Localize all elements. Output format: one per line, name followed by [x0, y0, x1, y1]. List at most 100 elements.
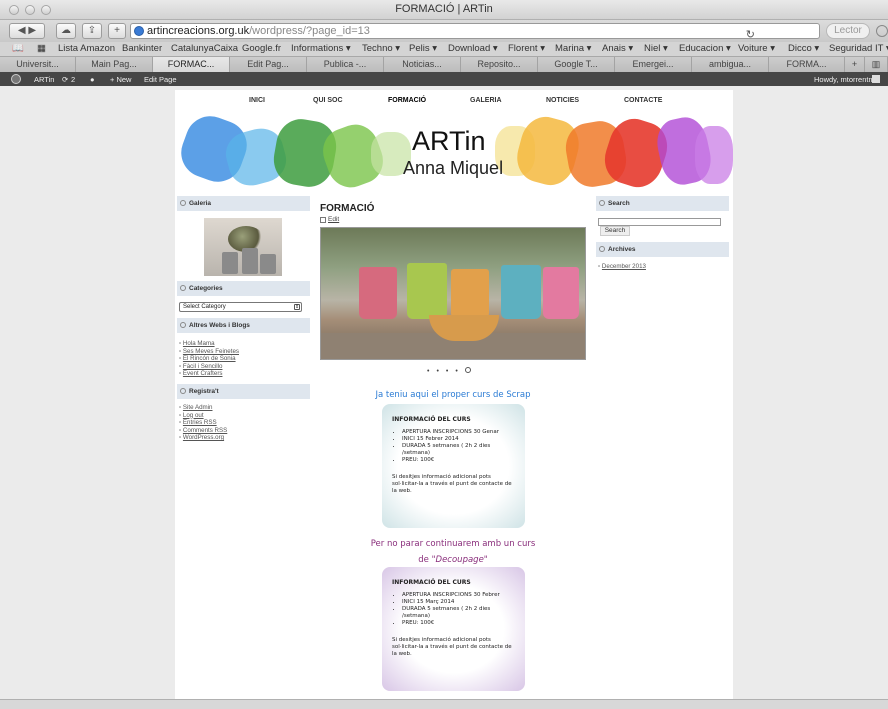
browser-tab[interactable]: ambigua... [692, 57, 769, 72]
share-icon[interactable]: ⇪ [82, 23, 102, 39]
card-item: APERTURA INSCRIPCIONS 30 Genar [402, 429, 515, 436]
nav-item-inici[interactable]: INICI [249, 97, 265, 104]
url-host: artincreacions.org.uk [147, 25, 250, 37]
header-banner[interactable]: ARTin Anna Miquel [175, 112, 733, 194]
category-select[interactable]: Select Category ⇕ [179, 302, 302, 312]
select-arrow-icon: ⇕ [294, 304, 300, 310]
bookmark-item[interactable]: Pelis ▾ [409, 43, 437, 54]
bookmark-item[interactable]: Techno ▾ [362, 43, 400, 54]
card-item: INICI 15 Març 2014 [402, 599, 515, 606]
wp-admin-bar: ARTin ⟳ 2 ● + New Edit Page Howdy, mtorr… [0, 72, 888, 86]
jar-image [451, 269, 489, 319]
admin-edit-page-link[interactable]: Edit Page [144, 75, 177, 84]
widget-bullet-icon [599, 200, 605, 206]
new-tab-button[interactable]: + [845, 57, 865, 72]
image-slider[interactable] [320, 227, 586, 360]
browser-tab[interactable]: Google T... [538, 57, 615, 72]
card-item: PREU: 100€ [402, 457, 515, 464]
card-heading: INFORMACIÓ DEL CURS [392, 416, 471, 423]
nav-item-qui-soc[interactable]: QUI SOC [313, 97, 343, 104]
nav-item-formacio[interactable]: FORMACIÓ [388, 97, 426, 104]
back-forward-buttons[interactable]: ◀ ▶ [9, 23, 45, 39]
reading-list-icon[interactable]: 📖 [12, 43, 24, 54]
decoupage-line-1: Per no parar continuarem amb un curs [370, 539, 536, 549]
bookmark-item[interactable]: Florent ▾ [508, 43, 545, 54]
bookmark-item[interactable]: Marina ▾ [555, 43, 591, 54]
widget-bullet-icon [180, 322, 186, 328]
browser-tab[interactable]: FORMA... [769, 57, 845, 72]
blog-link[interactable]: Hola Mama [179, 340, 239, 348]
top-sites-icon[interactable]: ▦ [37, 43, 46, 54]
bookmark-item[interactable]: Bankinter [122, 43, 162, 54]
window-titlebar: FORMACIÓ | ARTin [0, 0, 888, 20]
decoupage-course-card[interactable]: INFORMACIÓ DEL CURS APERTURA INSCRIPCION… [382, 567, 525, 691]
scrap-course-card[interactable]: INFORMACIÓ DEL CURS APERTURA INSCRIPCION… [382, 404, 525, 528]
card-note: Si desitjes informació adicional pots so… [392, 474, 512, 494]
site-admin-link[interactable]: Site Admin [179, 404, 227, 412]
downloads-icon[interactable] [876, 25, 888, 37]
tab-overview-icon[interactable]: ▥ [865, 57, 888, 72]
bookmark-item[interactable]: Seguridad IT ▾ [829, 43, 888, 54]
card-note: Si desitjes informació adicional pots so… [392, 637, 512, 657]
pot-image [242, 248, 258, 274]
browser-tab[interactable]: Main Pag... [76, 57, 153, 72]
icloud-icon[interactable]: ☁ [56, 23, 76, 39]
slider-pagination[interactable]: •••• [427, 367, 471, 375]
nav-item-galeria[interactable]: GALERIA [470, 97, 502, 104]
address-bar[interactable]: artincreacions.org.uk/wordpress/?page_id… [130, 23, 820, 42]
edit-link[interactable]: Edit [320, 216, 339, 223]
search-input[interactable] [598, 218, 721, 226]
scrap-course-heading: Ja teniu aqui el proper curs de Scrap [375, 390, 531, 400]
nav-item-contacte[interactable]: CONTACTE [624, 97, 662, 104]
main-navigation: INICI QUI SOC FORMACIÓ GALERIA NOTICIES … [175, 90, 733, 112]
comments-rss-link[interactable]: Comments RSS [179, 427, 227, 435]
admin-new-link[interactable]: + New [110, 75, 131, 84]
bookmark-item[interactable]: Download ▾ [448, 43, 498, 54]
pot-image [260, 254, 276, 274]
banner-subtitle: Anna Miquel [403, 158, 504, 178]
blog-link[interactable]: Fàcil i Sencillo [179, 363, 239, 371]
comments-icon[interactable]: ● [90, 75, 95, 84]
nav-item-noticies[interactable]: NOTICIES [546, 97, 579, 104]
admin-howdy[interactable]: Howdy, mtorrentmi [814, 75, 876, 84]
updates-icon[interactable]: ⟳ [62, 75, 68, 84]
bookmark-item[interactable]: Informations ▾ [291, 43, 351, 54]
wordpress-logo-icon[interactable] [11, 74, 21, 84]
add-bookmark-icon[interactable]: + [108, 23, 126, 39]
slider-dot-active-icon[interactable] [464, 367, 471, 373]
browser-tab[interactable]: Publica -... [307, 57, 384, 72]
wordpress-org-link[interactable]: WordPress.org [179, 434, 227, 442]
widget-blogs-title: Altres Webs i Blogs [177, 318, 310, 333]
widget-bullet-icon [599, 246, 605, 252]
bookmark-item[interactable]: Google.fr [242, 43, 281, 54]
blog-link[interactable]: Event Crafters [179, 370, 239, 378]
browser-tab-active[interactable]: FORMAC... [153, 57, 230, 72]
browser-tab[interactable]: Edit Pag... [230, 57, 307, 72]
entries-rss-link[interactable]: Entries RSS [179, 419, 227, 427]
bookmark-item[interactable]: Niel ▾ [644, 43, 668, 54]
blog-link[interactable]: El Rincón de Sonia [179, 355, 239, 363]
browser-tab[interactable]: Universit... [0, 57, 76, 72]
bookmark-item[interactable]: Lista Amazon [58, 43, 115, 54]
bookmark-item[interactable]: Dicco ▾ [788, 43, 819, 54]
card-item: INICI 15 Febrer 2014 [402, 436, 515, 443]
updates-count[interactable]: 2 [71, 75, 75, 84]
search-button[interactable]: Search [600, 226, 630, 236]
widget-bullet-icon [180, 200, 186, 206]
widget-bullet-icon [180, 285, 186, 291]
bookmark-item[interactable]: Anais ▾ [602, 43, 633, 54]
avatar[interactable] [872, 75, 880, 83]
browser-tab[interactable]: Emergei... [615, 57, 692, 72]
browser-tab[interactable]: Reposito... [461, 57, 538, 72]
browser-tab[interactable]: Noticias... [384, 57, 461, 72]
gallery-image[interactable] [204, 218, 282, 276]
archive-link[interactable]: December 2013 [598, 263, 646, 271]
admin-site-name[interactable]: ARTin [34, 75, 54, 84]
bookmark-item[interactable]: CatalunyaCaixa [171, 43, 238, 54]
logout-link[interactable]: Log out [179, 412, 227, 420]
blog-link[interactable]: Ses Meves Feinetes [179, 348, 239, 356]
reload-icon[interactable]: ↻ [746, 28, 755, 42]
bookmark-item[interactable]: Voiture ▾ [738, 43, 775, 54]
bookmark-item[interactable]: Educacion ▾ [679, 43, 731, 54]
reader-button[interactable]: Lector [826, 23, 870, 39]
